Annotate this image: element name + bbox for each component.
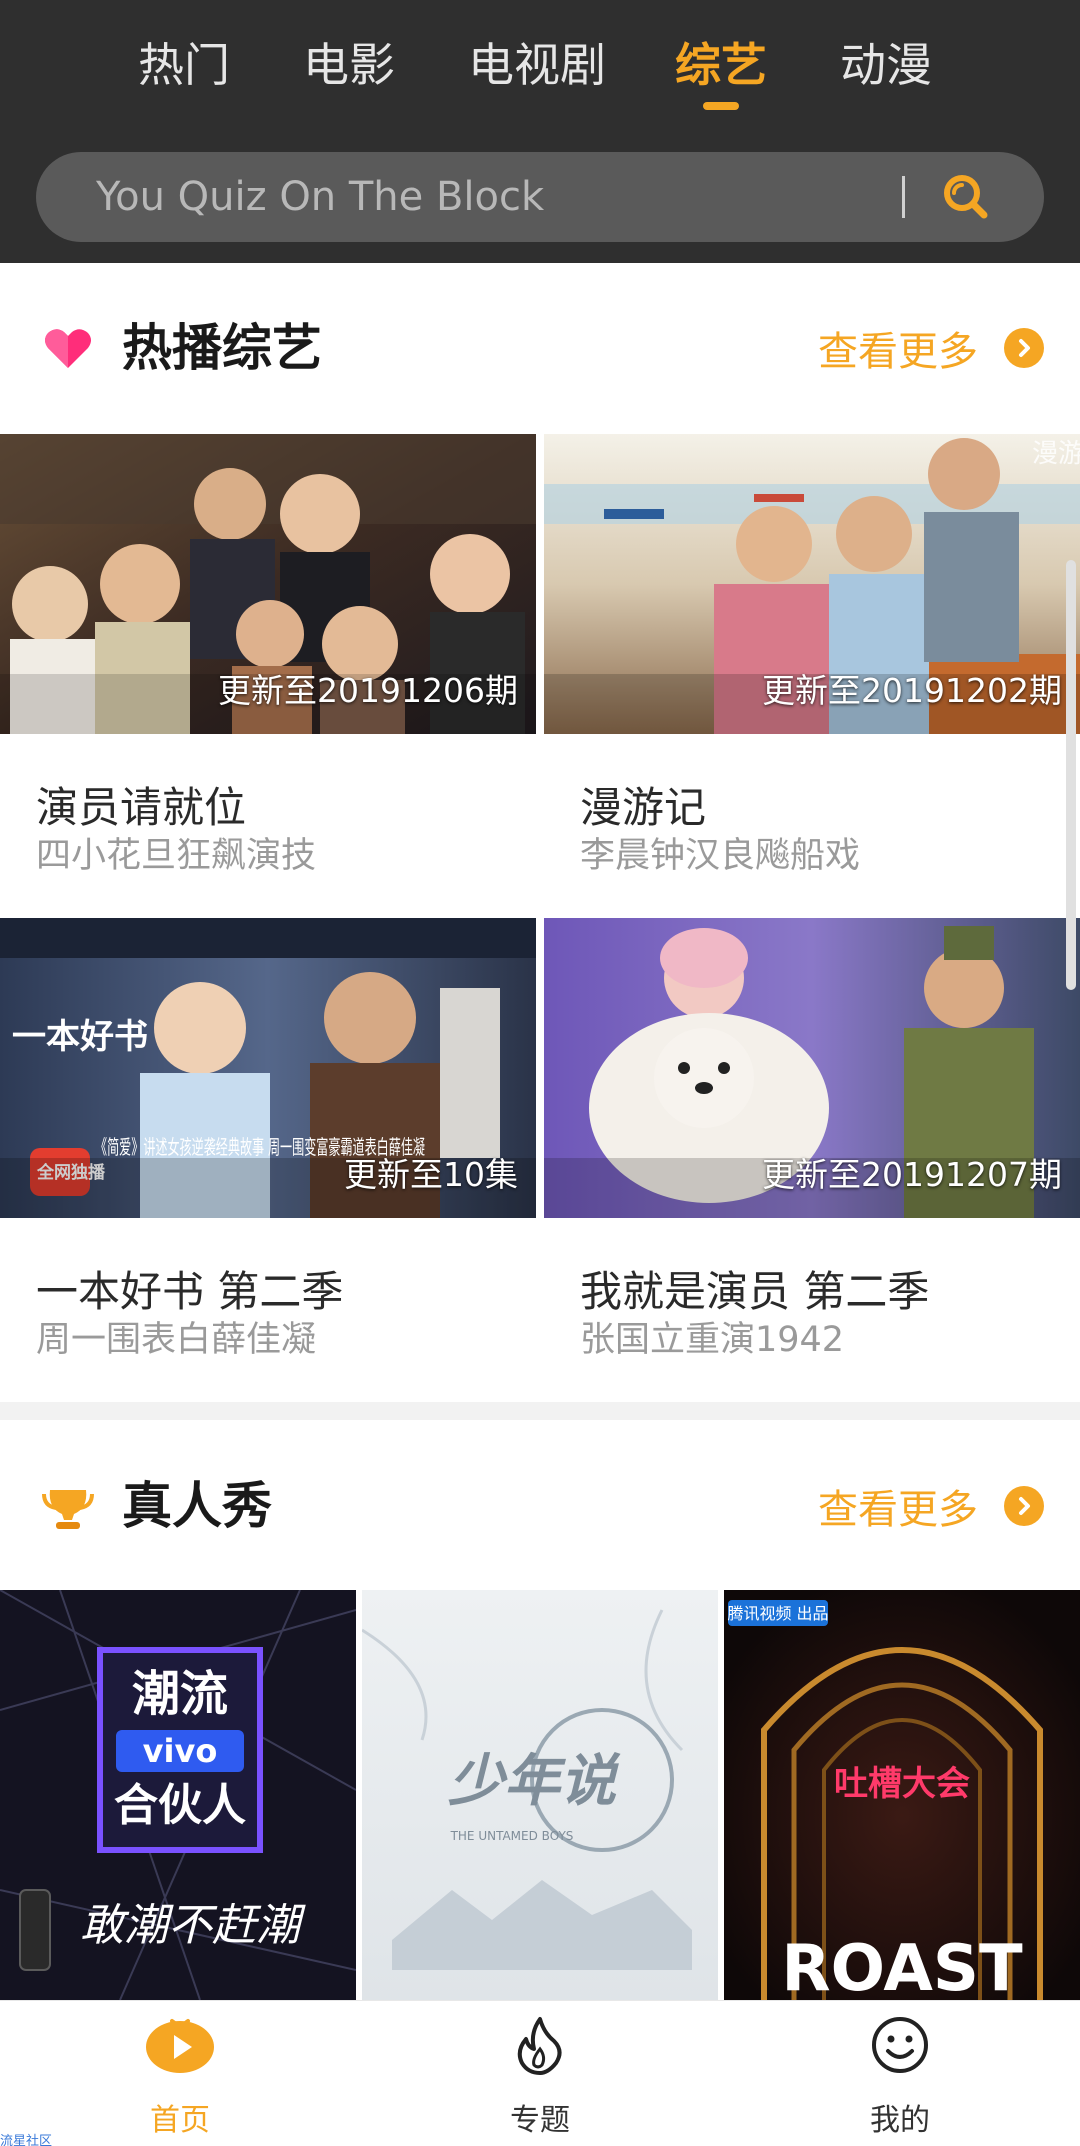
poster-subtitle: ROAST [781, 1932, 1023, 2000]
chevron-right-icon [1004, 328, 1044, 368]
show-title: 演员请就位 [36, 783, 247, 832]
category-tabs: 热门 电影 电视剧 综艺 动漫 [0, 30, 1080, 130]
tab-tv[interactable]: 电视剧 [468, 30, 606, 100]
show-poster[interactable]: 腾讯视频 出品 吐槽大会 ROAST [724, 1590, 1080, 2000]
nav-home[interactable]: 首页 [80, 2015, 280, 2145]
search-divider [902, 176, 905, 218]
section-title: 真人秀 [122, 1477, 272, 1535]
play-icon [144, 2015, 216, 2075]
view-more-label: 查看更多 [818, 1487, 978, 1533]
show-thumbnail: 更新至20191207期 [544, 918, 1080, 1218]
heart-icon [40, 320, 96, 376]
nav-profile[interactable]: 我的 [800, 2015, 1000, 2145]
poster-title: 吐槽大会 [834, 1764, 970, 1804]
update-badge: 更新至20191207期 [762, 1155, 1062, 1194]
tab-anime[interactable]: 动漫 [840, 30, 932, 100]
producer-badge: 腾讯视频 出品 [727, 1604, 828, 1623]
update-badge: 更新至20191202期 [762, 671, 1062, 710]
show-subtitle: 李晨钟汉良飚船戏 [580, 836, 861, 876]
nav-topics[interactable]: 专题 [440, 2015, 640, 2145]
poster-brand: vivo [143, 1732, 218, 1770]
show-thumbnail: 漫游记 更新至20191202期 [544, 434, 1080, 734]
show-card[interactable]: 更新至20191206期 演员请就位 四小花旦狂飙演技 [0, 434, 536, 914]
section-title: 热播综艺 [122, 319, 322, 377]
bottom-navigation: 首页 专题 我的 [0, 2000, 1080, 2146]
show-logo: 一本好书 [12, 1017, 148, 1057]
search-icon[interactable] [936, 167, 996, 227]
nav-label: 我的 [870, 2103, 930, 2138]
show-card[interactable]: 一本好书 全网独播 《简爱》讲述女孩逆袭经典故事 周一围变富豪霸道表白薛佳凝 更… [0, 918, 536, 1398]
show-thumbnail: 一本好书 全网独播 《简爱》讲述女孩逆袭经典故事 周一围变富豪霸道表白薛佳凝 更… [0, 918, 536, 1218]
tab-movie[interactable]: 电影 [303, 30, 395, 100]
flame-icon [504, 2015, 576, 2075]
watermark: 漫游记 [1032, 439, 1080, 469]
search-bar[interactable] [36, 152, 1044, 242]
section-divider [0, 1402, 1080, 1420]
show-title: 一本好书 第二季 [36, 1267, 344, 1316]
show-poster[interactable]: 少年说 THE UNTAMED BOYS [362, 1590, 718, 2000]
view-more-button[interactable]: 查看更多 [818, 1476, 1044, 1536]
show-poster[interactable]: 潮流 vivo 合伙人 敢潮不赶潮 [0, 1590, 356, 2000]
view-more-button[interactable]: 查看更多 [818, 318, 1044, 378]
update-badge: 更新至20191206期 [218, 671, 518, 710]
nav-label: 专题 [510, 2103, 570, 2138]
poster-slogan: 敢潮不赶潮 [80, 1900, 306, 1951]
show-card[interactable]: 更新至20191207期 我就是演员 第二季 张国立重演1942 [544, 918, 1080, 1398]
reality-show-header: 真人秀 查看更多 [0, 1448, 1080, 1568]
show-subtitle: 张国立重演1942 [580, 1320, 845, 1360]
search-input[interactable] [96, 152, 916, 242]
show-thumbnail: 更新至20191206期 [0, 434, 536, 734]
poster-title: 少年说 [448, 1748, 621, 1814]
show-title: 我就是演员 第二季 [580, 1267, 930, 1316]
scrollbar[interactable] [1066, 560, 1076, 990]
corner-watermark: 流星社区 [0, 2134, 53, 2146]
trophy-icon [40, 1478, 96, 1534]
active-tab-indicator [703, 102, 739, 110]
top-header: 热门 电影 电视剧 综艺 动漫 [0, 0, 1080, 263]
chevron-right-icon [1004, 1486, 1044, 1526]
update-badge: 更新至10集 [344, 1155, 518, 1194]
view-more-label: 查看更多 [818, 329, 978, 375]
poster-title: 合伙人 [114, 1780, 246, 1831]
tab-hot[interactable]: 热门 [138, 30, 230, 100]
show-subtitle: 四小花旦狂飙演技 [36, 836, 317, 876]
show-card[interactable]: 漫游记 更新至20191202期 漫游记 李晨钟汉良飚船戏 [544, 434, 1080, 914]
poster-subtitle: THE UNTAMED BOYS [450, 1829, 574, 1843]
hot-variety-header: 热播综艺 查看更多 [0, 290, 1080, 410]
poster-title: 潮流 [132, 1666, 228, 1722]
nav-label: 首页 [150, 2103, 210, 2138]
smiley-icon [864, 2015, 936, 2075]
show-title: 漫游记 [580, 783, 707, 832]
show-subtitle: 周一围表白薛佳凝 [36, 1320, 317, 1360]
tab-variety[interactable]: 综艺 [675, 30, 767, 100]
